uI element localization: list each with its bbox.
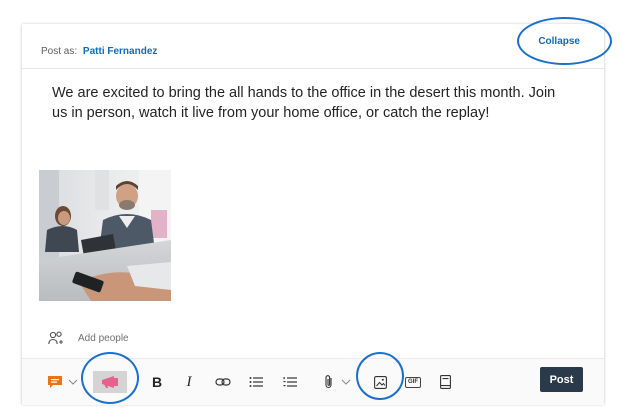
attach-icon: [325, 375, 332, 389]
announcement-button[interactable]: [93, 359, 127, 405]
gif-button[interactable]: GIF: [404, 359, 422, 405]
book-icon: [439, 375, 451, 389]
gif-icon: GIF: [405, 376, 421, 388]
post-as: Post as: Patti Fernandez: [41, 46, 157, 57]
post-as-label: Post as:: [41, 46, 78, 57]
collapse-button[interactable]: Collapse: [538, 36, 580, 47]
italic-button[interactable]: I: [180, 359, 198, 405]
message-type-button[interactable]: [44, 359, 66, 405]
office-meeting-photo: [39, 170, 171, 301]
image-button[interactable]: [371, 359, 389, 405]
post-as-author[interactable]: Patti Fernandez: [83, 46, 157, 57]
composer-header: Post as: Patti Fernandez Collapse: [22, 24, 604, 69]
chevron-down-icon: [341, 379, 351, 385]
italic-icon: I: [186, 373, 192, 390]
post-composer: Post as: Patti Fernandez Collapse We are…: [22, 24, 604, 405]
bold-icon: B: [151, 374, 163, 390]
composer-toolbar: B I GIF Post: [22, 358, 604, 405]
bulleted-list-icon: [249, 377, 263, 387]
link-icon: [215, 378, 231, 386]
message-text[interactable]: We are excited to bring the all hands to…: [52, 83, 562, 123]
chevron-down-icon: [68, 379, 78, 385]
link-button[interactable]: [213, 359, 233, 405]
add-people-label: Add people: [78, 332, 129, 344]
numbered-list-icon: [283, 377, 297, 387]
post-button[interactable]: Post: [540, 367, 583, 392]
bulleted-list-button[interactable]: [247, 359, 265, 405]
attach-dropdown[interactable]: [339, 359, 353, 405]
message-type-dropdown[interactable]: [66, 359, 80, 405]
book-button[interactable]: [436, 359, 454, 405]
add-people-icon: [48, 331, 63, 345]
image-icon: [373, 375, 387, 389]
attach-button[interactable]: [320, 359, 338, 405]
announcement-icon: [102, 376, 118, 388]
message-type-icon: [48, 376, 62, 388]
numbered-list-button[interactable]: [281, 359, 299, 405]
bold-button[interactable]: B: [148, 359, 166, 405]
attached-photo[interactable]: [39, 170, 171, 301]
add-people[interactable]: Add people: [48, 331, 129, 345]
